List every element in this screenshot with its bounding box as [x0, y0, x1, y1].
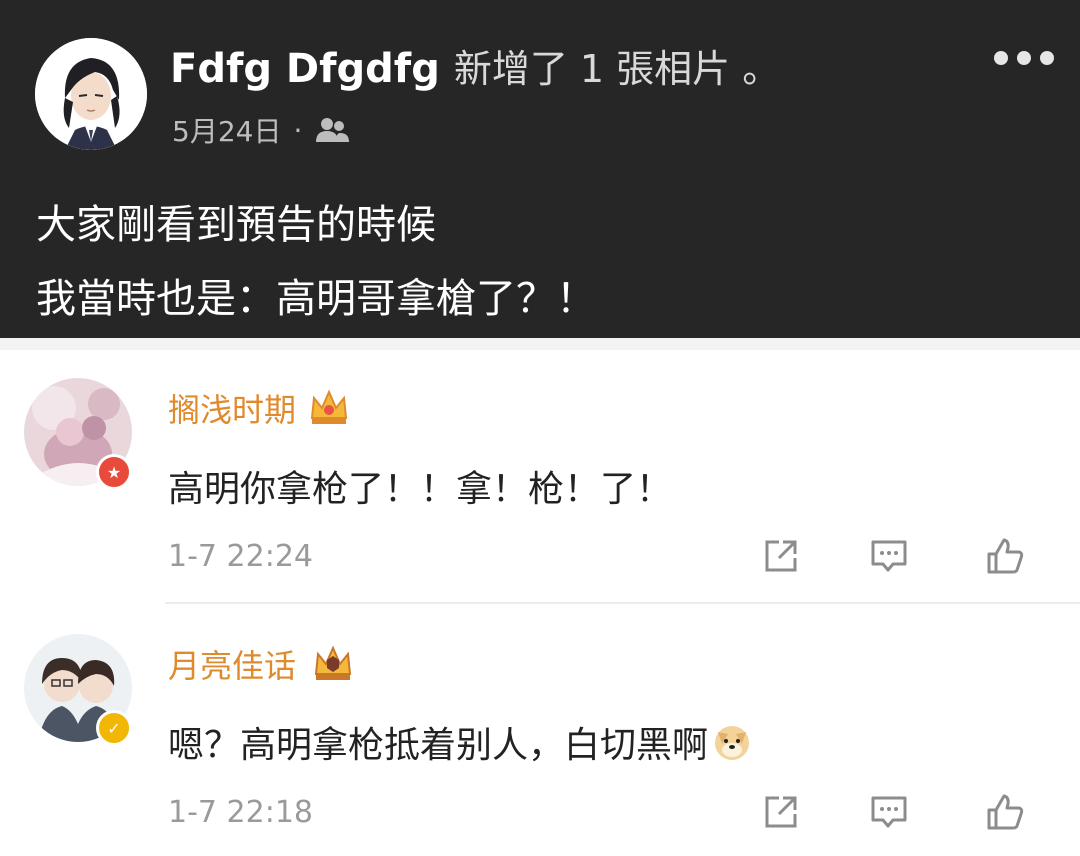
crown-icon	[310, 389, 348, 424]
friends-icon	[316, 118, 350, 142]
comment-username[interactable]: 搁浅时期	[168, 385, 296, 431]
share-icon[interactable]	[758, 534, 804, 578]
comment-item: ★ 搁浅时期 高明你拿枪了！！拿！枪！了！ 1-7 22:24	[0, 350, 1080, 600]
post-title: Fdfg Dfgdfg 新增了 1 張相片 。	[170, 38, 781, 92]
post-line: 大家剛看到預告的時候	[36, 202, 436, 248]
comment-text: 高明你拿枪了！！拿！枪！了！	[168, 469, 673, 510]
post-action-text: 新增了 1 張相片 。	[453, 47, 781, 91]
post-line: 我當時也是：高明哥拿槍了？！	[36, 276, 596, 322]
comment-icon[interactable]	[866, 534, 912, 578]
meta-separator: ·	[293, 113, 303, 147]
more-horizontal-icon[interactable]	[994, 46, 1054, 70]
comment-divider	[165, 602, 1080, 604]
post-date[interactable]: 5月24日	[172, 110, 281, 150]
crown-icon	[314, 645, 352, 680]
author-name[interactable]: Fdfg Dfgdfg	[170, 46, 440, 92]
comment-time: 1-7 22:24	[168, 538, 313, 574]
like-icon[interactable]	[982, 790, 1028, 834]
post-meta: 5月24日 ·	[172, 110, 350, 150]
post-card: Fdfg Dfgdfg 新增了 1 張相片 。 5月24日 · 大家剛看到預告的…	[0, 0, 1080, 338]
comment-username-row: 月亮佳话	[168, 642, 358, 686]
comment-time: 1-7 22:18	[168, 794, 313, 830]
section-divider	[0, 338, 1080, 350]
comment-text: 嗯？高明拿枪抵着别人，白切黑啊	[168, 725, 709, 766]
comment-text-row: 嗯？高明拿枪抵着别人，白切黑啊	[168, 714, 752, 770]
doge-emoji-icon	[715, 726, 750, 760]
comment-username[interactable]: 月亮佳话	[168, 641, 296, 687]
comment-username-row: 搁浅时期	[168, 386, 350, 430]
share-icon[interactable]	[758, 790, 804, 834]
like-icon[interactable]	[982, 534, 1028, 578]
comment-icon[interactable]	[866, 790, 912, 834]
red-star-badge-icon: ★	[96, 454, 132, 490]
comment-item: ✓ 月亮佳话 嗯？高明拿枪抵着别人，白切黑啊 1-7 22:18	[0, 606, 1080, 856]
verified-badge-icon: ✓	[96, 710, 132, 746]
post-body: 大家剛看到預告的時候 我當時也是：高明哥拿槍了？！	[36, 188, 1036, 336]
author-avatar[interactable]	[35, 38, 147, 150]
